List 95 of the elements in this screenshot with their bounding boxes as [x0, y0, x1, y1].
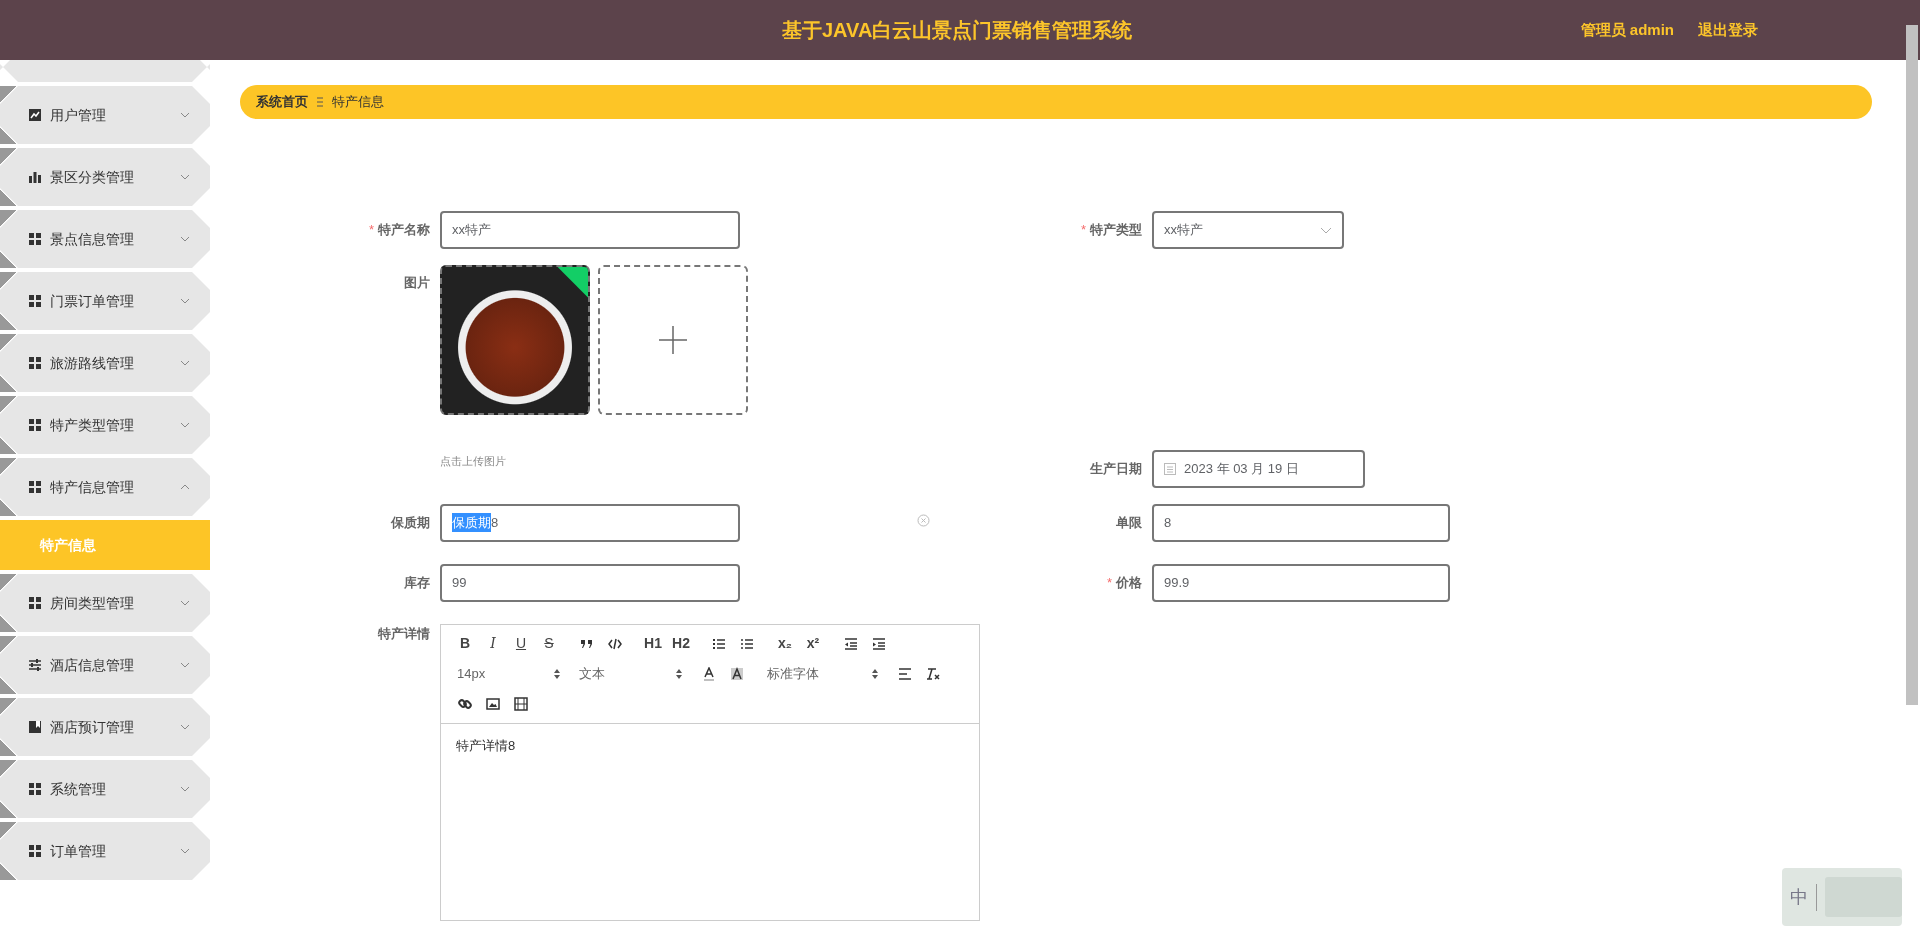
- upload-box[interactable]: [598, 265, 748, 415]
- field-label: 特产类型: [1090, 222, 1142, 238]
- text-color-icon: [702, 666, 716, 681]
- chevron-icon: [180, 848, 190, 854]
- input-field[interactable]: 2023 年 03 月 19 日: [1152, 449, 1365, 488]
- chevron-icon: [180, 724, 190, 730]
- breadcrumb-item[interactable]: 系统首页: [256, 92, 308, 112]
- sidebar-item[interactable]: 酒店信息管理: [0, 636, 210, 694]
- field-label: 保质期: [391, 514, 430, 530]
- sidebar-item[interactable]: 房间类型管理: [0, 574, 210, 632]
- menu-icon: [28, 720, 42, 734]
- sidebar-item[interactable]: 特产信息管理: [0, 458, 210, 516]
- menu-icon: [28, 418, 42, 432]
- chevron-icon: [180, 422, 190, 428]
- field-label: 库存: [404, 574, 430, 590]
- chevron-icon: [1320, 226, 1332, 234]
- updown-icon: [554, 668, 560, 679]
- align-icon: [898, 666, 912, 681]
- toolbar-button[interactable]: x²: [799, 632, 827, 655]
- input-field[interactable]: 8: [1152, 503, 1450, 542]
- chevron-icon: [180, 600, 190, 606]
- chevron-icon: [180, 174, 190, 180]
- toolbar-button[interactable]: H1: [639, 632, 667, 655]
- menu-icon: [28, 658, 42, 672]
- chevron-icon: [180, 298, 190, 304]
- required-mark: *: [1106, 574, 1112, 590]
- toolbar-button[interactable]: H2: [667, 632, 695, 655]
- menu-icon: [28, 596, 42, 610]
- rich-text-editor[interactable]: B I U S H1 H2 x₂ x² 14px 文本 标准字体 特产详情8: [440, 623, 980, 921]
- sidebar-item[interactable]: 系统管理: [0, 760, 210, 818]
- input-field[interactable]: xx特产: [440, 211, 740, 249]
- menu-icon: [28, 232, 42, 246]
- outdent-icon: [844, 636, 858, 651]
- editor-text: 特产详情8: [456, 736, 517, 755]
- link-icon: [458, 696, 472, 711]
- sidebar-item[interactable]: 特产类型管理: [0, 396, 210, 454]
- menu-icon: [28, 170, 42, 184]
- chevron-icon: [180, 662, 190, 668]
- menu-icon: [28, 356, 42, 370]
- input-field[interactable]: 保质期8: [440, 503, 740, 542]
- plus-icon: [659, 326, 687, 354]
- chevron-icon: [180, 484, 190, 490]
- chevron-icon: [180, 236, 190, 242]
- sidebar-item[interactable]: 旅游路线管理: [0, 334, 210, 392]
- toolbar-button[interactable]: U: [507, 632, 535, 655]
- chevron-icon: [180, 112, 190, 118]
- menu-icon: [28, 108, 42, 122]
- app-title: 基于JAVA白云山景点门票销售管理系统: [782, 18, 1133, 43]
- sidebar-item[interactable]: 门票订单管理: [0, 272, 210, 330]
- field-label: 价格: [1116, 574, 1142, 590]
- highlight-icon: [730, 666, 744, 681]
- input-field[interactable]: 99.9: [1152, 563, 1450, 602]
- numbered-list-icon: [712, 636, 726, 651]
- image-icon: [486, 696, 500, 711]
- required-mark: *: [1080, 222, 1086, 238]
- required-mark: *: [368, 222, 374, 238]
- field-label: 特产详情: [378, 625, 430, 641]
- dropdown-field[interactable]: xx特产: [1152, 211, 1344, 249]
- toolbar-button[interactable]: B: [451, 632, 479, 655]
- logout-link[interactable]: 退出登录: [1698, 18, 1758, 42]
- sidebar-item[interactable]: 景点信息管理: [0, 210, 210, 268]
- sidebar-item[interactable]: 用户管理: [0, 86, 210, 144]
- menu-icon: [28, 782, 42, 796]
- sidebar-item[interactable]: 订单管理: [0, 822, 210, 880]
- user-name: 管理员 admin: [1580, 19, 1674, 40]
- dropdown[interactable]: 标准字体: [761, 662, 881, 685]
- toolbar-button[interactable]: x₂: [771, 632, 799, 655]
- indent-icon: [872, 636, 886, 651]
- bullet-list-icon: [740, 636, 754, 651]
- toolbar-button[interactable]: S: [535, 632, 563, 655]
- dropdown[interactable]: 14px: [451, 662, 563, 685]
- field-label: 图片: [404, 275, 430, 290]
- code-icon: [608, 636, 622, 651]
- menu-icon: [316, 97, 324, 107]
- upload-hint: 点击上传图片: [440, 454, 507, 469]
- field-label: 单限: [1116, 514, 1142, 530]
- field-label: 生产日期: [1090, 460, 1142, 476]
- breadcrumb-item: 特产信息: [332, 93, 384, 112]
- dropdown[interactable]: 文本: [573, 662, 685, 685]
- menu-icon: [28, 844, 42, 858]
- sidebar-item[interactable]: 酒店预订管理: [0, 698, 210, 756]
- input-field[interactable]: 99: [440, 563, 740, 602]
- scrollbar-thumb[interactable]: [1906, 25, 1918, 705]
- clear-format-icon: [926, 666, 940, 681]
- toolbar-button[interactable]: I: [479, 632, 507, 655]
- menu-icon: [28, 294, 42, 308]
- calendar-icon: [1164, 462, 1176, 475]
- field-label: 特产名称: [378, 222, 430, 238]
- menu-icon: [28, 480, 42, 494]
- sidebar-item[interactable]: 景区分类管理: [0, 148, 210, 206]
- updown-icon: [872, 668, 878, 679]
- chevron-icon: [180, 360, 190, 366]
- video-icon: [514, 696, 528, 711]
- updown-icon: [676, 668, 682, 679]
- chevron-icon: [180, 786, 190, 792]
